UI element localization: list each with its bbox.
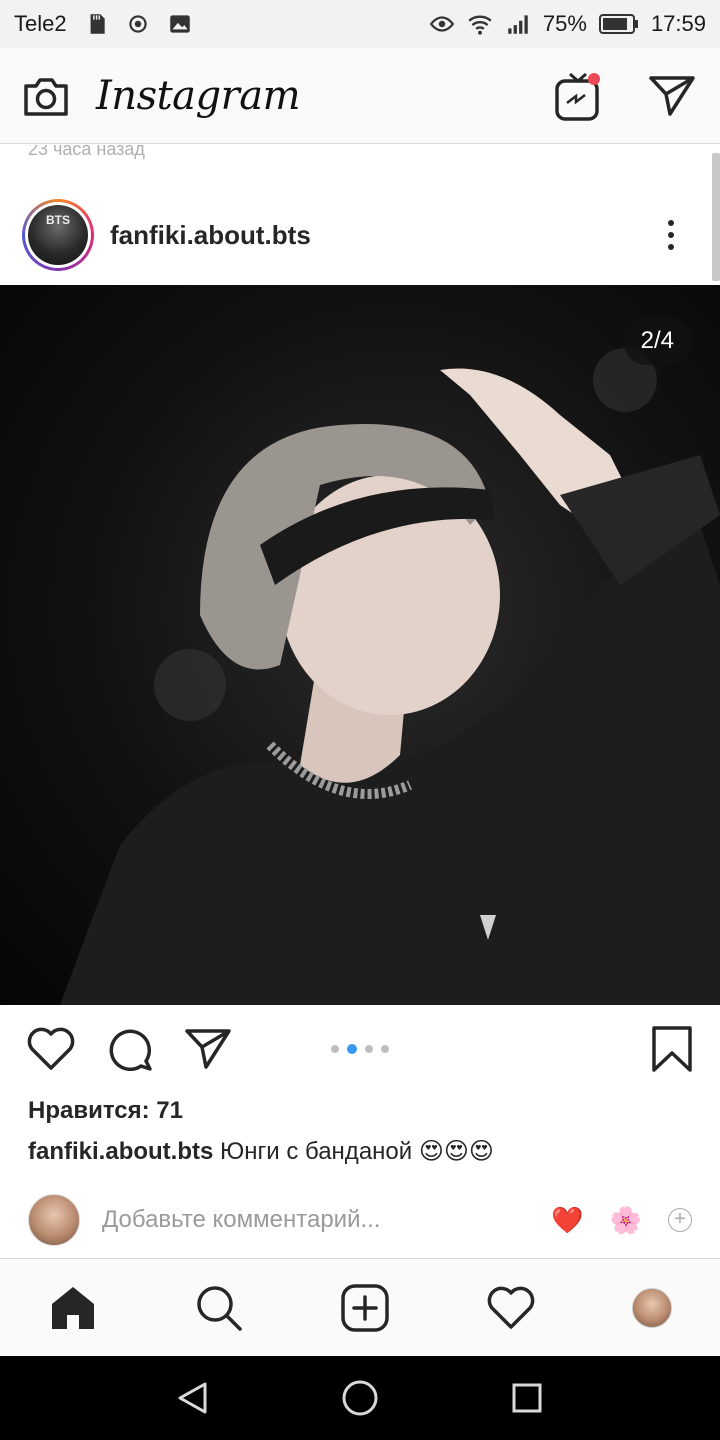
home-icon[interactable] xyxy=(48,1284,98,1332)
gallery-icon xyxy=(169,15,190,33)
carousel-dot-active xyxy=(347,1044,357,1054)
app-header: Instagram xyxy=(0,48,720,144)
battery-icon xyxy=(598,14,638,34)
direct-icon[interactable] xyxy=(648,74,696,118)
more-options-icon[interactable] xyxy=(668,220,674,250)
post-photo xyxy=(60,348,720,1005)
new-post-icon[interactable] xyxy=(340,1283,390,1333)
add-comment-row[interactable]: Добавьте комментарий... ❤️ 🌸 + xyxy=(0,1185,720,1255)
post-username[interactable]: fanfiki.about.bts xyxy=(110,220,311,251)
caption-username[interactable]: fanfiki.about.bts xyxy=(28,1138,213,1165)
bookmark-icon[interactable] xyxy=(650,1025,694,1073)
carousel-indicator xyxy=(331,1044,389,1054)
hotspot-icon xyxy=(128,15,147,33)
wifi-icon xyxy=(468,15,492,35)
post-image[interactable]: 2/4 xyxy=(0,285,720,1005)
post-header: BTS fanfiki.about.bts xyxy=(0,185,720,285)
battery-percent: 75% xyxy=(542,11,587,36)
bottom-navigation xyxy=(0,1258,720,1356)
like-icon[interactable] xyxy=(26,1026,76,1072)
camera-icon[interactable] xyxy=(22,74,70,118)
carrier-label: Tele2 xyxy=(14,11,67,36)
clock: 17:59 xyxy=(650,11,706,36)
my-avatar xyxy=(28,1194,80,1246)
carousel-dot xyxy=(365,1045,373,1053)
comment-input[interactable]: Добавьте комментарий... xyxy=(102,1206,380,1234)
image-counter: 2/4 xyxy=(622,317,692,365)
previous-post-time: 23 часа назад xyxy=(28,145,145,159)
quick-reactions: ❤️ 🌸 + xyxy=(551,1205,692,1236)
signal-icon xyxy=(508,15,528,34)
sd-card-icon xyxy=(90,14,105,34)
recents-icon[interactable] xyxy=(509,1380,545,1416)
app-logo: Instagram xyxy=(96,72,301,119)
post-actions xyxy=(0,1005,720,1093)
carousel-dot xyxy=(331,1045,339,1053)
profile-avatar[interactable] xyxy=(632,1287,672,1328)
home-circle-icon[interactable] xyxy=(340,1378,380,1418)
back-icon[interactable] xyxy=(175,1380,211,1416)
search-icon[interactable] xyxy=(194,1283,244,1333)
quick-reaction-flower[interactable]: 🌸 xyxy=(610,1205,642,1236)
add-reaction-icon[interactable]: + xyxy=(668,1208,692,1232)
share-icon[interactable] xyxy=(184,1027,232,1071)
post-avatar[interactable]: BTS xyxy=(22,199,94,271)
system-navigation xyxy=(0,1356,720,1440)
quick-reaction-heart[interactable]: ❤️ xyxy=(551,1205,583,1236)
caption: fanfiki.about.bts Юнги с банданой 😍😍😍 xyxy=(28,1137,494,1166)
eye-icon xyxy=(429,16,455,32)
activity-icon[interactable] xyxy=(486,1285,536,1331)
status-bar: Tele2 75% 17:59 xyxy=(0,0,720,48)
likes-count[interactable]: Нравится: 71 xyxy=(28,1097,183,1125)
igtv-icon[interactable] xyxy=(554,70,602,122)
caption-text: Юнги с банданой 😍😍😍 xyxy=(220,1138,494,1165)
feed[interactable]: 23 часа назад BTS fanfiki.about.bts 2/4 xyxy=(0,145,720,1258)
comment-icon[interactable] xyxy=(106,1025,154,1073)
carousel-dot xyxy=(381,1045,389,1053)
post-avatar-text: BTS xyxy=(28,205,88,265)
